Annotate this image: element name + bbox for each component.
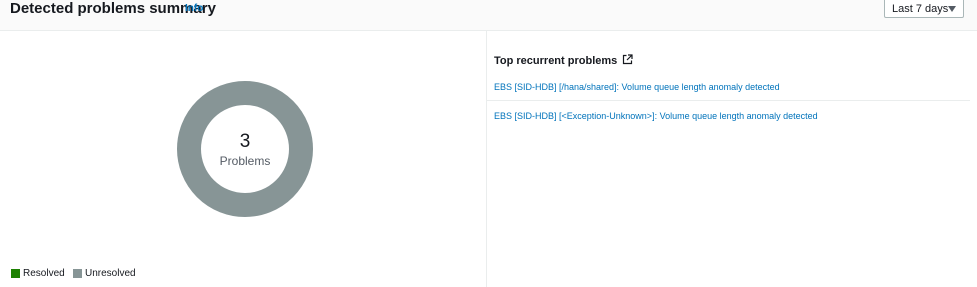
problem-count-label: Problems — [219, 154, 271, 168]
time-range-select[interactable]: Last 7 days — [884, 0, 964, 18]
row-divider — [487, 100, 970, 101]
problem-link-1[interactable]: EBS [SID-HDB] [/hana/shared]: Volume que… — [494, 81, 780, 93]
top-recurrent-problems-title: Top recurrent problems — [494, 55, 618, 67]
time-range-value: Last 7 days — [892, 3, 949, 15]
info-link[interactable]: Info — [185, 3, 203, 15]
problem-link-2[interactable]: EBS [SID-HDB] [<Exception-Unknown>]: Vol… — [494, 110, 818, 122]
external-link-icon[interactable] — [622, 54, 633, 65]
summary-header: Detected problems summary Info Last 7 da… — [0, 0, 977, 31]
legend-swatch-resolved — [11, 269, 20, 278]
legend-swatch-unresolved — [73, 269, 82, 278]
caret-down-icon — [948, 6, 956, 12]
legend-label-resolved: Resolved — [23, 268, 65, 279]
legend-label-unresolved: Unresolved — [85, 268, 136, 279]
panel-divider — [486, 31, 487, 287]
problem-count: 3 — [239, 131, 251, 152]
